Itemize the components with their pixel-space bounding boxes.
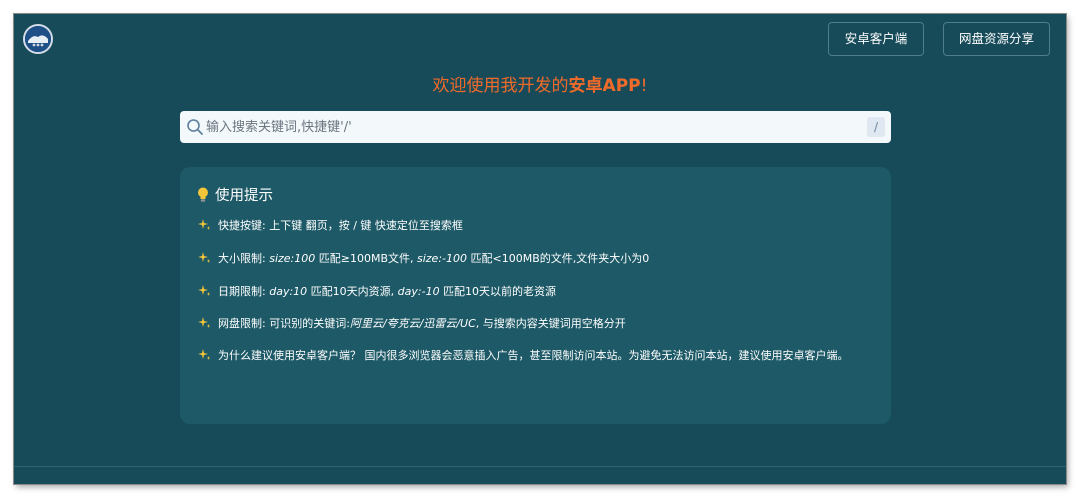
- tips-header: 使用提示: [197, 184, 273, 205]
- tip-text: 可识别的关键词:: [265, 317, 350, 330]
- app-window: 安卓客户端 网盘资源分享 欢迎使用我开发的安卓APP! / 使用提示 快捷按键:: [14, 14, 1066, 484]
- search-icon: [186, 118, 204, 136]
- search-input[interactable]: [206, 111, 846, 143]
- tip-example: size:-100: [417, 252, 467, 265]
- tip-example: size:100: [269, 252, 316, 265]
- tip-label: 日期限制:: [218, 285, 266, 298]
- tip-item-date-limit: 日期限制: day:10 匹配10天内资源, day:-10 匹配10天以前的老…: [198, 283, 868, 301]
- sparkles-icon: [198, 251, 211, 264]
- tip-text: 匹配≥100MB文件,: [315, 252, 414, 265]
- netdisk-share-button[interactable]: 网盘资源分享: [943, 22, 1050, 56]
- welcome-prefix: 欢迎使用我开发的: [432, 76, 569, 96]
- welcome-suffix: !: [640, 76, 648, 96]
- tip-label: 大小限制:: [218, 252, 266, 265]
- tips-title: 使用提示: [215, 188, 273, 204]
- tip-text: 匹配10天以前的老资源: [439, 285, 557, 298]
- tip-text: 匹配<100MB的文件,文件夹大小为0: [467, 252, 650, 265]
- tip-item-netdisk-limit: 网盘限制: 可识别的关键词:阿里云/夸克云/迅雷云/UC, 与搜索内容关键词用空…: [198, 315, 868, 333]
- tip-label: 快捷按键:: [218, 219, 266, 232]
- tip-text: , 与搜索内容关键词用空格分开: [475, 317, 626, 330]
- sparkles-icon: [198, 218, 211, 231]
- sparkles-icon: [198, 316, 211, 329]
- tip-item-size-limit: 大小限制: size:100 匹配≥100MB文件, size:-100 匹配<…: [198, 250, 868, 268]
- tip-label: 网盘限制:: [218, 317, 266, 330]
- tip-text: 上下键 翻页，按 / 键 快速定位至搜索框: [265, 219, 463, 232]
- tip-text: 匹配10天内资源,: [307, 285, 395, 298]
- tip-text: 为什么建议使用安卓客户端？ 国内很多浏览器会恶意插入广告，甚至限制访问本站。为避…: [218, 349, 849, 362]
- app-logo-icon[interactable]: [23, 24, 53, 54]
- shortcut-key-badge: /: [867, 117, 885, 137]
- tip-item-shortcuts: 快捷按键: 上下键 翻页，按 / 键 快速定位至搜索框: [198, 217, 868, 235]
- footer-divider: [14, 466, 1066, 467]
- search-box[interactable]: /: [180, 111, 891, 143]
- lightbulb-icon: [197, 187, 209, 203]
- tip-example: 阿里云/夸克云/迅雷云/UC: [349, 317, 476, 330]
- tip-example: day:-10: [397, 285, 440, 298]
- tips-panel: 使用提示 快捷按键: 上下键 翻页，按 / 键 快速定位至搜索框 大小限制: s…: [180, 167, 891, 424]
- android-client-button[interactable]: 安卓客户端: [828, 22, 924, 56]
- sparkles-icon: [198, 348, 211, 361]
- tip-item-why-app: 为什么建议使用安卓客户端？ 国内很多浏览器会恶意插入广告，甚至限制访问本站。为避…: [198, 347, 868, 365]
- sparkles-icon: [198, 284, 211, 297]
- welcome-title: 欢迎使用我开发的安卓APP!: [14, 71, 1066, 96]
- tip-example: day:10: [269, 285, 308, 298]
- welcome-highlight: 安卓APP: [568, 76, 641, 96]
